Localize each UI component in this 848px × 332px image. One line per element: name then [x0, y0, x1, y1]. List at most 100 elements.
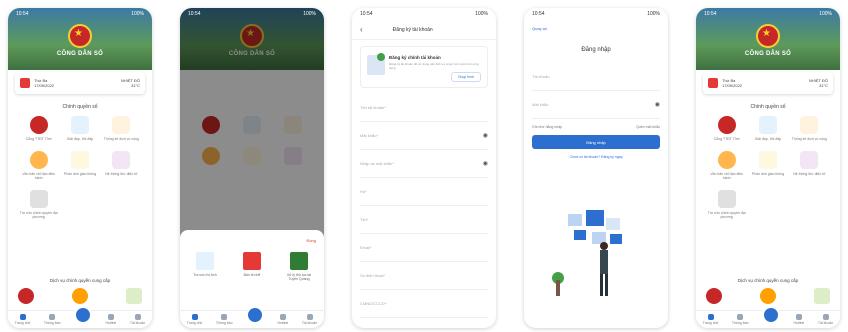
sheet-item-ho-tich[interactable]: Tra cứu hộ tịch — [188, 252, 222, 281]
phone-home-sheet: CÔNG DÂN SỐ 10:54100% Đóng Tra cứu hộ tị… — [180, 8, 324, 328]
hands-icon — [758, 151, 777, 169]
lastname-field[interactable]: Họ* — [360, 178, 488, 206]
remember-checkbox[interactable]: Ghi nhớ đăng nhập — [532, 125, 562, 129]
register-link[interactable]: Chưa có tài khoản? Đăng ký ngay — [524, 155, 668, 159]
phone-home-screen-2: CÔNG DÂN SỐ 10:54100% Thứ Ba17/05/2022 N… — [696, 8, 840, 328]
tile-giai-dap[interactable]: Giải đáp, hỏi đáp — [747, 116, 788, 141]
chart-icon — [800, 116, 819, 134]
bell-icon — [221, 314, 228, 320]
nav-notifications[interactable]: Thông báo — [44, 314, 61, 325]
tile-tra-cuu[interactable]: Tra cứu chính quyền địa phương — [706, 190, 747, 219]
remember-row: Ghi nhớ đăng nhập Quên mật khẩu — [532, 125, 660, 129]
tile-phan-anh[interactable]: Phản ánh giao thông — [747, 151, 788, 180]
nav-notifications[interactable]: Thông báo — [732, 314, 749, 325]
forgot-password-link[interactable]: Quên mật khẩu — [636, 125, 660, 129]
username-field[interactable]: Tên tài khoản* — [360, 94, 488, 122]
nav-home[interactable]: Trang chủ — [187, 314, 202, 325]
user-icon — [306, 314, 313, 320]
tile-thong-ke[interactable]: Thống kê dịch vụ công — [789, 116, 830, 141]
nav-notifications[interactable]: Thông báo — [216, 314, 233, 325]
email-field[interactable]: Email* — [360, 234, 488, 262]
bell-icon — [737, 314, 744, 320]
nav-home[interactable]: Trang chủ — [15, 314, 30, 325]
nav-home[interactable]: Trang chủ — [703, 314, 718, 325]
section-title: Chính quyền số — [750, 104, 786, 110]
eye-icon[interactable]: ◉ — [483, 132, 488, 139]
building-icon — [290, 252, 308, 270]
nav-account[interactable]: Tài khoản — [302, 314, 317, 325]
phone-field[interactable]: Số điện thoại* — [360, 262, 488, 290]
qr-scan-button[interactable] — [762, 305, 781, 324]
status-bar: 10:54 100% — [360, 11, 488, 17]
confirm-password-field[interactable]: Nhập lại mật khẩu* ◉ — [360, 150, 488, 178]
app-logo-icon — [68, 24, 92, 48]
qr-scan-button[interactable] — [74, 305, 93, 324]
sheet-item-thu-tuc[interactable]: Xử lý thủ tục tại Tuyên Quang — [282, 252, 316, 281]
mail-icon — [800, 151, 819, 169]
header-bar: ‹ Đăng ký tài khoản — [352, 20, 496, 40]
sheet-item-ban-tin[interactable]: Bản tin thể — [235, 252, 269, 281]
nav-hotline[interactable]: Hotline — [793, 314, 804, 325]
app-title: CÔNG DÂN SỐ — [56, 51, 104, 57]
document-icon — [29, 190, 48, 208]
back-link[interactable]: Quay lại — [524, 20, 668, 31]
search-doc-icon[interactable] — [814, 288, 830, 304]
emblem-icon[interactable] — [760, 288, 776, 304]
close-button[interactable]: Đóng — [306, 238, 316, 243]
tile-giai-dap[interactable]: Giải đáp, hỏi đáp — [59, 116, 100, 141]
tile-tra-cuu[interactable]: Tra cứu chính quyền địa phương — [18, 190, 59, 219]
flower-icon[interactable] — [18, 288, 34, 304]
document-icon — [717, 190, 736, 208]
services-row — [706, 288, 830, 304]
nav-account[interactable]: Tài khoản — [130, 314, 145, 325]
flower-icon[interactable] — [706, 288, 722, 304]
bottom-sheet: Đóng Tra cứu hộ tịch Bản tin thể Xử lý t… — [180, 230, 324, 328]
bottom-nav: Trang chủ Thông báo Hotline Tài khoản — [180, 305, 324, 328]
nav-hotline[interactable]: Hotline — [105, 314, 116, 325]
tile-thong-ke[interactable]: Thống kê dịch vụ công — [101, 116, 142, 141]
bottom-nav: Trang chủ Thông báo Hotline Tài khoản — [8, 305, 152, 328]
tile-van-ban[interactable]: Văn bản chỉ đạo điều hành — [706, 151, 747, 180]
tile-cong-ttdt[interactable]: Cổng TTĐT Tỉnh — [706, 116, 747, 141]
search-doc-icon[interactable] — [126, 288, 142, 304]
tile-cong-ttdt[interactable]: Cổng TTĐT Tỉnh — [18, 116, 59, 141]
login-button[interactable]: Đăng nhập — [532, 135, 660, 149]
qr-scan-button[interactable] — [246, 305, 265, 324]
emblem-icon — [717, 151, 736, 169]
services-title: Dịch vụ chính quyền cung cấp — [737, 278, 799, 283]
status-bar: 10:54 100% — [188, 11, 316, 17]
nav-hotline[interactable]: Hotline — [277, 314, 288, 325]
emblem-icon[interactable] — [72, 288, 88, 304]
capture-button[interactable]: Chụp hình — [450, 72, 481, 82]
user-icon — [134, 314, 141, 320]
home-icon — [707, 314, 714, 320]
tile-phan-anh[interactable]: Phản ánh giao thông — [59, 151, 100, 180]
eye-icon[interactable]: ◉ — [483, 160, 488, 167]
tile-thu-dien-tu[interactable]: Hệ thống thư điện tử — [101, 151, 142, 180]
service-grid: Cổng TTĐT Tỉnh Giải đáp, hỏi đáp Thống k… — [706, 116, 830, 219]
phone-icon — [107, 314, 114, 320]
home-icon — [19, 314, 26, 320]
hands-icon — [70, 151, 89, 169]
news-icon — [243, 252, 261, 270]
date-card: Thứ Ba 17/05/2022 NHIỆT ĐỘ 31°C — [703, 72, 833, 94]
check-icon — [377, 53, 385, 61]
eye-icon[interactable]: ◉ — [655, 101, 660, 108]
home-icon — [191, 314, 198, 320]
emblem-icon — [717, 116, 736, 134]
id-card-section: Đăng ký chính tài khoản Đăng ký tài khoả… — [360, 46, 488, 88]
services-row — [18, 288, 142, 304]
tile-van-ban[interactable]: Văn bản chỉ đạo điều hành — [18, 151, 59, 180]
nav-account[interactable]: Tài khoản — [818, 314, 833, 325]
password-field[interactable]: Mật khẩu* ◉ — [360, 122, 488, 150]
back-arrow-icon[interactable]: ‹ — [360, 25, 363, 34]
password-field[interactable]: Mật khẩu ◉ — [532, 91, 660, 119]
firstname-field[interactable]: Tên* — [360, 206, 488, 234]
username-field[interactable]: Tài khoản — [532, 63, 660, 91]
date-card: Thứ Ba 17/05/2022 NHIỆT ĐỘ 31°C — [15, 72, 145, 94]
id-number-field[interactable]: CMND/CCCD* — [360, 290, 488, 318]
document-icon — [196, 252, 214, 270]
service-grid: Cổng TTĐT Tỉnh Giải đáp, hỏi đáp Thống k… — [18, 116, 142, 219]
phone-home-screen: CÔNG DÂN SỐ 10:54100% Thứ Ba17/05/2022 N… — [8, 8, 152, 328]
tile-thu-dien-tu[interactable]: Hệ thống thư điện tử — [789, 151, 830, 180]
